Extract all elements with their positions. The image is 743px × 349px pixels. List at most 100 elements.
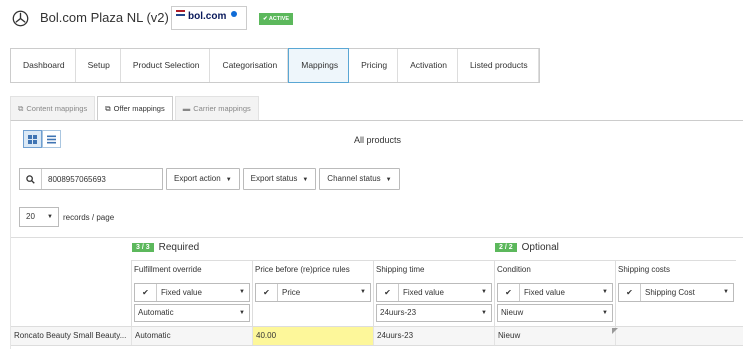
select-value: Shipping Cost	[645, 288, 695, 297]
shipping-cost-cell[interactable]	[615, 327, 736, 345]
shipping-time-cell[interactable]: 24uurs-23	[373, 327, 494, 345]
mappings-panel: All products Export action ▼ Export statu…	[10, 120, 743, 349]
records-per-page-select[interactable]: 20 ▼	[19, 207, 59, 227]
select-value: Price	[282, 288, 301, 297]
column-label: Price before (re)price rules	[255, 265, 350, 274]
chevron-down-icon: ▼	[47, 214, 53, 220]
nl-flag-icon	[176, 10, 185, 16]
step-categorisation[interactable]: Categorisation	[210, 49, 289, 82]
column-label: Condition	[497, 265, 531, 274]
mapping-grid: 3 / 3 Required 2 / 2 Optional Fulfillmen…	[11, 237, 743, 349]
condition-source-select[interactable]: Fixed value ▼	[520, 284, 612, 301]
check-icon[interactable]: ✔	[135, 284, 157, 301]
price-source-select[interactable]: Price ▼	[278, 284, 370, 301]
export-status-dropdown[interactable]: Export status ▼	[242, 168, 317, 190]
chevron-down-icon: ▼	[239, 289, 245, 295]
chevron-down-icon: ▼	[225, 177, 232, 183]
step-product-selection[interactable]: Product Selection	[120, 49, 211, 82]
truck-icon: ▬	[182, 104, 191, 113]
tab-carrier-mappings[interactable]: ▬ Carrier mappings	[174, 96, 259, 120]
dropdown-label: Export action	[174, 174, 221, 183]
select-value: Fixed value	[524, 288, 565, 297]
required-group-label: Required	[158, 242, 200, 253]
chevron-down-icon: ▼	[602, 289, 608, 295]
chevron-down-icon: ▼	[239, 310, 245, 316]
tab-content-mappings[interactable]: ⧉ Content mappings	[10, 96, 96, 120]
column-label: Shipping time	[376, 265, 425, 274]
column-shipping-time: Shipping time ✔ Fixed value ▼ 24uurs-23 ▼	[373, 260, 494, 326]
wizard-steps: Dashboard Setup Product Selection Catego…	[10, 48, 540, 83]
app-logo-icon	[12, 10, 29, 27]
chevron-down-icon: ▼	[723, 289, 729, 295]
search-box	[19, 168, 163, 190]
select-value: Nieuw	[501, 308, 524, 317]
tab-offer-mappings[interactable]: ⧉ Offer mappings	[97, 96, 173, 121]
status-badge: ✔ ACTIVE	[259, 13, 294, 25]
column-fulfillment-override: Fulfillment override ✔ Fixed value ▼ Auto…	[131, 260, 252, 326]
magnifier-glyph	[26, 174, 35, 184]
price-cell[interactable]: 40.00	[252, 327, 373, 345]
bol-logo: bol.com	[171, 6, 247, 30]
app-title: Bol.com Plaza NL (v2)	[40, 10, 169, 25]
column-shipping-costs: Shipping costs ✔ Shipping Cost ▼	[615, 260, 736, 326]
chevron-down-icon: ▼	[302, 177, 309, 183]
chevron-down-icon: ▼	[481, 310, 487, 316]
search-input[interactable]	[42, 169, 160, 189]
table-row[interactable]: Roncato Beauty Small Beauty... Automatic…	[11, 326, 743, 346]
select-value: 24uurs-23	[380, 308, 417, 317]
check-icon[interactable]: ✔	[377, 284, 399, 301]
optional-group-label: Optional	[521, 242, 559, 253]
dropdown-label: Channel status	[327, 174, 381, 183]
content-mappings-icon: ⧉	[18, 104, 24, 113]
shipping-time-value-select[interactable]: 24uurs-23 ▼	[376, 304, 492, 322]
step-activation[interactable]: Activation	[398, 49, 458, 82]
records-label: records / page	[63, 212, 115, 222]
step-dashboard[interactable]: Dashboard	[11, 49, 76, 82]
search-icon[interactable]	[20, 169, 42, 189]
select-value: Fixed value	[403, 288, 444, 297]
column-price: Price before (re)price rules ✔ Price ▼	[252, 260, 373, 326]
records-value: 20	[26, 212, 35, 221]
shipping-cost-source-select[interactable]: Shipping Cost ▼	[641, 284, 733, 301]
condition-source-control: ✔ Fixed value ▼	[497, 283, 613, 302]
step-pricing[interactable]: Pricing	[349, 49, 399, 82]
fulfillment-value-select[interactable]: Automatic ▼	[134, 304, 250, 322]
step-listed-products[interactable]: Listed products	[457, 49, 539, 82]
fulfillment-cell[interactable]: Automatic	[131, 327, 252, 345]
chevron-down-icon: ▼	[481, 289, 487, 295]
shipping-time-source-select[interactable]: Fixed value ▼	[399, 284, 491, 301]
bol-logo-text: bol.com	[188, 11, 227, 22]
column-condition: Condition ✔ Fixed value ▼ Nieuw ▼	[494, 260, 615, 326]
condition-value-select[interactable]: Nieuw ▼	[497, 304, 613, 322]
fulfillment-source-select[interactable]: Fixed value ▼	[157, 284, 249, 301]
shipping-cost-source-control: ✔ Shipping Cost ▼	[618, 283, 734, 302]
product-name-cell[interactable]: Roncato Beauty Small Beauty...	[11, 327, 131, 345]
chevron-down-icon: ▼	[360, 289, 366, 295]
fulfillment-source-control: ✔ Fixed value ▼	[134, 283, 250, 302]
mapping-tabs: ⧉ Content mappings ⧉ Offer mappings ▬ Carri…	[10, 96, 261, 121]
step-setup[interactable]: Setup	[75, 49, 121, 82]
records-per-page: 20 ▼ records / page	[19, 207, 114, 227]
app-header: Bol.com Plaza NL (v2) bol.com ✔ ACTIVE	[0, 0, 743, 40]
shipping-time-source-control: ✔ Fixed value ▼	[376, 283, 492, 302]
optional-count-badge: 2 / 2	[495, 243, 517, 252]
optional-group-header: 2 / 2 Optional	[495, 242, 559, 253]
edited-corner-marker	[612, 328, 618, 334]
condition-cell[interactable]: Nieuw	[494, 327, 615, 345]
offer-mappings-icon: ⧉	[105, 104, 111, 113]
filter-row: Export action ▼ Export status ▼ Channel st…	[19, 168, 400, 190]
tab-label: Content mappings	[26, 104, 88, 113]
channel-status-dropdown[interactable]: Channel status ▼	[319, 168, 400, 190]
panel-toolbar: All products	[11, 121, 743, 161]
check-icon[interactable]: ✔	[256, 284, 278, 301]
check-icon[interactable]: ✔	[619, 284, 641, 301]
column-label: Shipping costs	[618, 265, 671, 274]
column-label: Fulfillment override	[134, 265, 202, 274]
price-source-control: ✔ Price ▼	[255, 283, 371, 302]
tab-label: Offer mappings	[113, 104, 165, 113]
required-group-header: 3 / 3 Required	[132, 242, 199, 253]
check-icon[interactable]: ✔	[498, 284, 520, 301]
step-mappings[interactable]: Mappings	[288, 48, 350, 83]
select-value: Automatic	[138, 308, 174, 317]
export-action-dropdown[interactable]: Export action ▼	[166, 168, 240, 190]
